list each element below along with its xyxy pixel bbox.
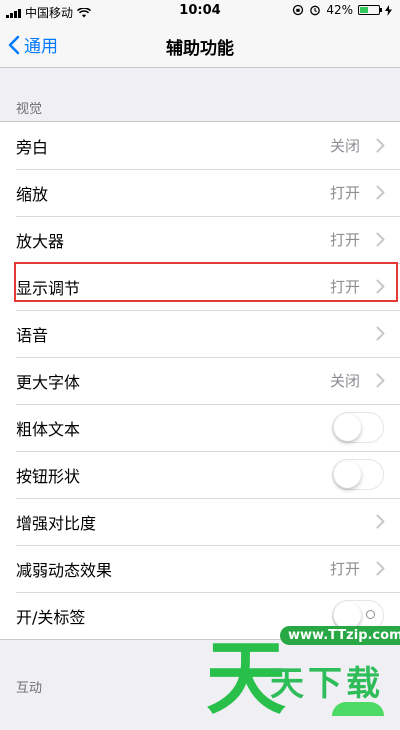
settings-row[interactable]: 旁白 关闭 [0,122,400,169]
watermark-url: www.TTzip.com [280,626,400,645]
row-label: 旁白 [16,137,49,157]
row-label: 更大字体 [16,372,81,392]
row-label: 开/关标签 [16,607,86,627]
row-label: 粗体文本 [16,419,81,439]
settings-row[interactable]: 放大器 打开 [0,216,400,263]
section-header-interaction: 互动 [16,681,43,696]
section-header-vision: 视觉 [16,102,43,117]
settings-row[interactable]: 粗体文本 [0,404,400,451]
charging-icon [385,4,392,16]
settings-row[interactable]: 显示调节 打开 [0,263,400,310]
off-label-icon [366,610,375,619]
row-value: 关闭 [329,372,360,390]
orientation-lock-icon [293,4,304,16]
navigation-bar: 通用 辅助功能 [0,22,400,68]
row-label: 按钮形状 [16,466,81,486]
chevron-right-icon [376,185,385,200]
page-title: 辅助功能 [166,39,234,59]
settings-row[interactable]: 增强对比度 [0,498,400,545]
row-label: 缩放 [16,184,49,204]
toggle-knob [334,461,361,488]
row-label: 语音 [16,325,49,345]
chevron-right-icon [376,514,385,529]
chevron-right-icon [376,326,385,341]
row-label: 减弱动态效果 [16,560,113,580]
settings-row[interactable]: 减弱动态效果 打开 [0,545,400,592]
chevron-right-icon [376,232,385,247]
row-value: 打开 [329,231,360,249]
chevron-right-icon [376,561,385,576]
row-label: 增强对比度 [16,513,97,533]
battery-percent: 42% [326,3,353,17]
settings-row[interactable]: 语音 [0,310,400,357]
chevron-right-icon [376,279,385,294]
chevron-right-icon [376,138,385,153]
settings-group-vision: 旁白 关闭 缩放 打开 放大器 打开 显示调节 打开 语音 更大字体 关闭 粗体文本 按钮形状 增强对比度… [0,121,400,640]
watermark-text: 天下载 [270,664,384,704]
battery-icon [358,5,382,15]
row-value: 打开 [329,278,360,296]
toggle-switch[interactable] [332,459,384,490]
row-value: 打开 [329,184,360,202]
chevron-right-icon [376,373,385,388]
row-label: 放大器 [16,231,65,251]
watermark: 天 www.TTzip.com 天下载 [200,620,400,725]
row-value: 关闭 [329,137,360,155]
status-bar: 中国移动 10:04 42% [0,0,400,22]
row-value: 打开 [329,560,360,578]
toggle-knob [334,414,361,441]
toggle-switch[interactable] [332,412,384,443]
settings-row[interactable]: 缩放 打开 [0,169,400,216]
settings-row[interactable]: 更大字体 关闭 [0,357,400,404]
settings-row[interactable]: 按钮形状 [0,451,400,498]
row-label: 显示调节 [16,278,81,298]
alarm-icon [310,5,321,16]
